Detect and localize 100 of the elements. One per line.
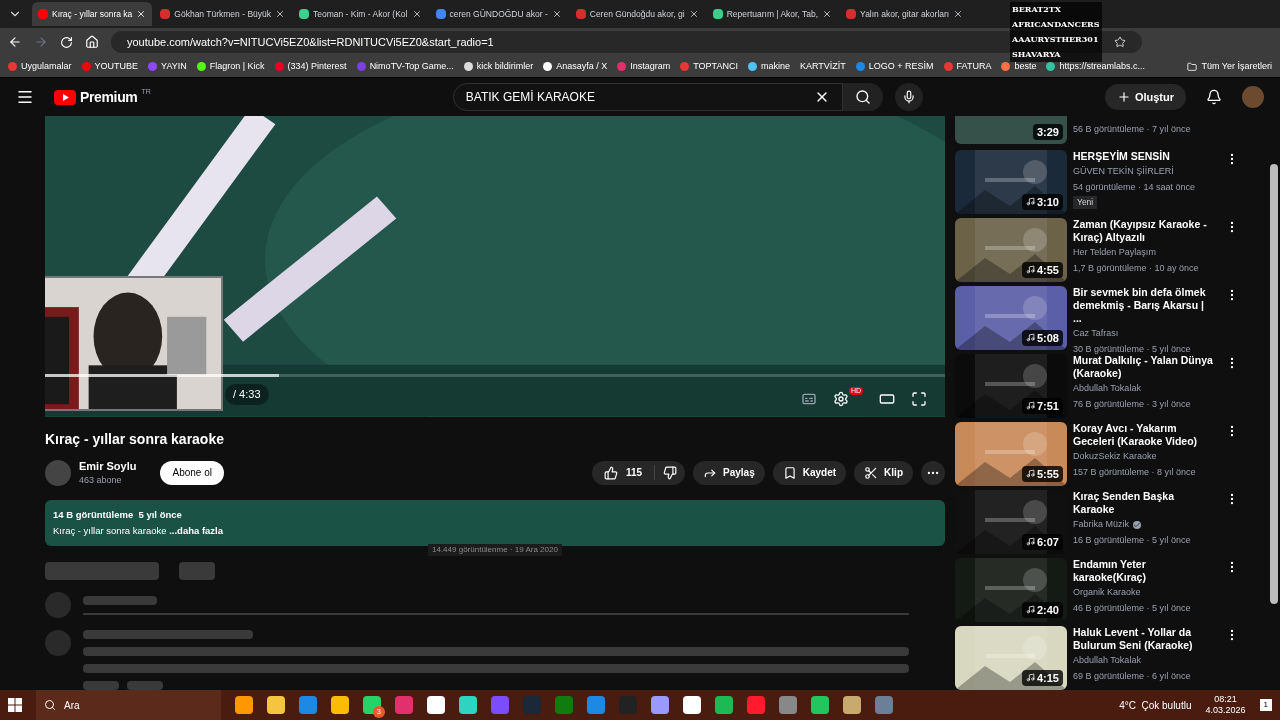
reload-icon[interactable]	[60, 35, 73, 49]
search-icon	[854, 89, 871, 105]
video-title[interactable]: HERŞEYİM SENSİN	[1073, 150, 1213, 163]
search-field[interactable]: BATIK GEMİ KARAOKE	[452, 83, 843, 111]
action-button[interactable]: Paylaş	[693, 460, 765, 485]
search-button[interactable]	[842, 83, 883, 111]
clock[interactable]: 08:21 4.03.2026	[1205, 694, 1246, 716]
view-stats: 14 B görüntüleme 5 yıl önce	[53, 507, 183, 522]
bookmark-item[interactable]: KARTVİZİT	[799, 59, 846, 74]
channel-name[interactable]: Emir Soylu	[79, 457, 137, 474]
video-title[interactable]: Kıraç Senden Başka Karaoke	[1073, 490, 1213, 516]
video-title[interactable]: Haluk Levent - Yollar da Bulurum Seni (Karaoke)	[1073, 626, 1213, 652]
app-icon[interactable]	[651, 696, 669, 714]
windows-logo-icon[interactable]	[8, 698, 22, 712]
bookmark-item[interactable]: makine	[747, 59, 790, 74]
bookmark-item[interactable]: FATURA	[943, 59, 992, 74]
description-box[interactable]: 14 B görüntüleme 5 yıl önce Kıraç - yıllar sonra karaoke ...daha fazla	[45, 499, 945, 546]
app-icon[interactable]	[299, 696, 317, 714]
weather-status[interactable]: 4°C Çok bulutlu	[1119, 697, 1192, 713]
channel-name[interactable]: Abdullah Tokalak	[1073, 382, 1213, 396]
action-button[interactable]: Kaydet	[772, 460, 847, 485]
video-title[interactable]: Zaman (Kayıpsız Karaoke - Kıraç) Altyazılı	[1073, 218, 1213, 244]
browser-tab[interactable]: Repertuarım | Akor, Tab,	[706, 2, 839, 26]
app-icon[interactable]	[843, 696, 861, 714]
video-thumbnail[interactable]: 7:51	[955, 354, 1067, 418]
browser-tab[interactable]: ceren GÜNDOĞDU akor -	[429, 2, 568, 26]
music-note-icon	[1025, 673, 1035, 683]
app-icon[interactable]	[267, 696, 285, 714]
close-icon[interactable]	[136, 9, 147, 19]
bookmark-item[interactable]: NimoTV-Top Game...	[356, 59, 454, 74]
video-title[interactable]: Koray Avcı - Yakarım Geceleri (Karaoke Video)	[1073, 422, 1213, 448]
video-thumbnail[interactable]: 5:08	[955, 286, 1067, 350]
bookmark-item[interactable]: Anasayfa / X	[543, 59, 608, 74]
notification-count[interactable]: 1	[1259, 699, 1272, 711]
create-button[interactable]: Oluştur	[1104, 84, 1186, 110]
taskbar-search-field[interactable]: Ara	[36, 690, 221, 720]
app-icon[interactable]	[683, 696, 701, 714]
star-icon[interactable]	[1114, 36, 1126, 48]
music-note-icon	[1025, 537, 1035, 547]
video-title[interactable]: Bir sevmek bin defa ölmek demekmiş - Barış Akarsu | ...	[1073, 286, 1213, 325]
channel-name[interactable]: Organik Karaoke	[1073, 586, 1213, 600]
channel-name[interactable]: Her Telden Paylaşım	[1073, 246, 1213, 260]
close-icon[interactable]	[953, 9, 964, 19]
bookmark-item[interactable]: kick bildirimler	[463, 59, 534, 74]
app-icon[interactable]	[875, 696, 893, 714]
bookmark-item[interactable]: Uygulamalar	[8, 59, 72, 74]
browser-tab[interactable]: Teoman - Kim - Akor (Kol	[293, 2, 428, 26]
home-icon[interactable]	[85, 35, 99, 49]
close-icon[interactable]	[275, 9, 285, 19]
bookmark-item[interactable]: LOGO + RESİM	[855, 59, 934, 74]
app-icon[interactable]	[331, 696, 349, 714]
bookmark-item[interactable]: beste	[1001, 59, 1037, 74]
bookmark-item[interactable]: https://streamlabs.c...	[1046, 59, 1145, 74]
video-thumbnail[interactable]: 5:55	[955, 422, 1067, 486]
loading-placeholder	[179, 562, 215, 580]
subscribe-button[interactable]: Abone ol	[160, 460, 224, 485]
browser-tab[interactable]: Gökhan Türkmen - Büyük	[154, 2, 291, 26]
channel-name[interactable]: GÜVEN TEKİN ŞİİRLERİ	[1073, 165, 1213, 179]
app-icon[interactable]	[235, 696, 253, 714]
channel-name[interactable]: Caz Tafrası	[1073, 327, 1213, 341]
app-icon[interactable]	[811, 696, 829, 714]
notifications-icon[interactable]	[1206, 89, 1222, 105]
channel-name[interactable]: Abdullah Tokalak	[1073, 654, 1213, 668]
browser-tab[interactable]: Ceren Gündoğdu akor, gi	[569, 2, 705, 26]
channel-name[interactable]: Fabrika Müzik	[1073, 518, 1213, 532]
video-thumbnail[interactable]: 3:10	[955, 150, 1067, 214]
channel-name[interactable]: DokuzSekiz Karaoke	[1073, 450, 1213, 464]
close-icon[interactable]	[551, 9, 562, 19]
browser-tab[interactable]: Yalın akor, gitar akorları	[840, 2, 970, 26]
menu-icon[interactable]	[16, 88, 34, 106]
app-icon[interactable]	[587, 696, 605, 714]
close-icon[interactable]	[688, 9, 699, 19]
back-icon[interactable]	[8, 35, 22, 49]
app-icon[interactable]	[779, 696, 797, 714]
video-thumbnail[interactable]: 4:15	[955, 626, 1067, 690]
bookmark-item[interactable]: (334) Pinterest	[274, 59, 347, 74]
close-icon[interactable]	[411, 9, 422, 19]
scrollbar[interactable]	[1270, 164, 1278, 604]
app-icon[interactable]	[459, 696, 477, 714]
play-logo-icon	[54, 89, 76, 105]
avatar[interactable]	[1242, 86, 1264, 108]
app-icon[interactable]	[715, 696, 733, 714]
video-thumbnail[interactable]: 3:29	[955, 116, 1067, 144]
video-title[interactable]: Murat Dalkılıç - Yalan Dünya (Karaoke)	[1073, 354, 1213, 380]
bookmark-item[interactable]: YOUTUBE	[81, 59, 139, 74]
action-button[interactable]: Klip	[854, 460, 913, 485]
bookmark-item[interactable]: Instagram	[617, 59, 671, 74]
all-bookmarks-button[interactable]: Tüm Yer İşaretleri	[1187, 59, 1272, 74]
video-title[interactable]: Endamın Yeter karaoke(Kıraç)	[1073, 558, 1213, 584]
video-thumbnail[interactable]: 2:40	[955, 558, 1067, 622]
close-icon[interactable]	[822, 9, 833, 19]
bookmark-item[interactable]: YAYIN	[148, 59, 187, 74]
bookmark-item[interactable]: Flagron | Kick	[196, 59, 265, 74]
browser-tab[interactable]: Kıraç - yıllar sonra ka	[32, 2, 153, 26]
bookmark-item[interactable]: TOPTANCI	[680, 59, 738, 74]
video-thumbnail[interactable]: 4:55	[955, 218, 1067, 282]
voice-search-button[interactable]	[894, 83, 923, 111]
video-thumbnail[interactable]: 6:07	[955, 490, 1067, 554]
app-icon[interactable]	[427, 696, 445, 714]
app-icon[interactable]	[747, 696, 765, 714]
